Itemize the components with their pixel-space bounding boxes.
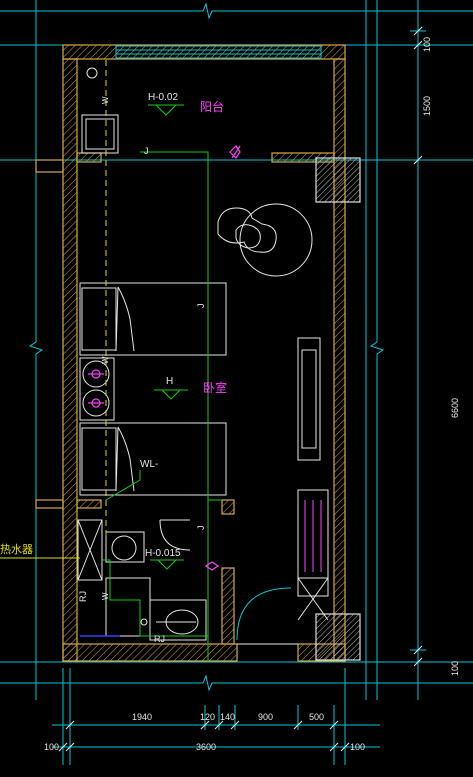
- dimension-ticks: [58, 26, 423, 752]
- bottom-dimensions: 1940 120 140 900 500 100 3600 100: [44, 712, 365, 752]
- toilet-bowl: [111, 535, 137, 561]
- dim-140: 140: [220, 712, 235, 722]
- dim-6600: 6600: [450, 398, 460, 418]
- cold-water-pipe: [140, 151, 222, 501]
- floor-plan: 阳台 卧室 H-0.02 H H-0.015 热水器 WL- RJ RJ W W…: [0, 0, 473, 765]
- wl-label: WL-: [140, 459, 158, 470]
- rj-label-2: RJ: [154, 634, 165, 644]
- bedroom-label: 卧室: [203, 380, 227, 395]
- dim-right-bottom-100: 100: [450, 661, 460, 676]
- bed-upper: [79, 282, 227, 356]
- w-label-2: W: [101, 356, 110, 364]
- tv-desk: [297, 337, 321, 461]
- level-symbols: [148, 104, 188, 570]
- j-label-1: J: [144, 146, 149, 156]
- j-label-3: J: [196, 526, 206, 531]
- bedroom-level: H: [166, 376, 173, 387]
- bathroom-level: H-0.015: [145, 548, 181, 559]
- dim-120: 120: [200, 712, 215, 722]
- floor-drain-icon: [86, 67, 98, 79]
- armchair: [217, 207, 277, 253]
- balcony-level: H-0.02: [148, 92, 178, 103]
- dim-1500: 1500: [422, 96, 432, 116]
- rj-label-1: RJ: [78, 591, 88, 602]
- shower-tray: [105, 577, 151, 637]
- wardrobe-hangers: [304, 500, 322, 572]
- j-label-2: J: [196, 304, 206, 309]
- dim-left-100: 100: [44, 742, 59, 752]
- w-label-3: W: [101, 592, 110, 600]
- water-heater-label: 热水器: [0, 543, 33, 556]
- dim-500: 500: [309, 712, 324, 722]
- dim-3600: 3600: [196, 742, 216, 752]
- dim-right-top-100: 100: [422, 37, 432, 52]
- laundry-box: [81, 114, 119, 154]
- dim-1940: 1940: [132, 712, 152, 722]
- w-label-1: W: [101, 96, 110, 104]
- dim-900: 900: [258, 712, 273, 722]
- dim-right-100: 100: [350, 742, 365, 752]
- balcony-label: 阳台: [200, 99, 224, 114]
- right-dimensions: 100 1500 6600 100: [422, 37, 460, 676]
